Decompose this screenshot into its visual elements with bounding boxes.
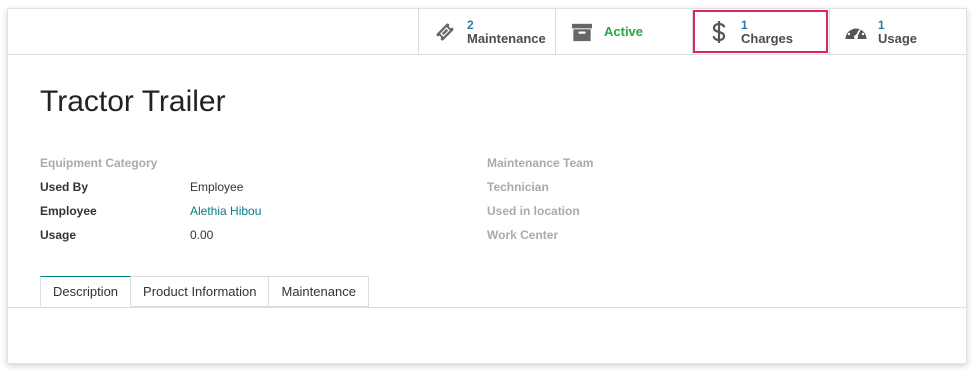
stat-button-box: 2 Maintenance Active 1 Charges 1 Usage xyxy=(418,9,966,55)
field-label: Maintenance Team xyxy=(487,156,594,170)
notebook-tabs: Description Product Information Maintena… xyxy=(40,276,369,307)
tab-maintenance[interactable]: Maintenance xyxy=(269,276,369,307)
field-equipment-category[interactable]: Equipment Category xyxy=(40,151,460,175)
charges-label: Charges xyxy=(741,30,794,46)
field-technician[interactable]: Technician xyxy=(487,175,907,199)
dollar-icon xyxy=(707,20,731,44)
field-label: Employee xyxy=(40,204,97,218)
active-toggle-button[interactable]: Active xyxy=(555,9,692,54)
field-value: 0.00 xyxy=(190,228,214,242)
ticket-icon xyxy=(433,20,457,44)
field-label: Used in location xyxy=(487,204,580,218)
field-used-in-location[interactable]: Used in location xyxy=(487,199,907,223)
tab-product-information[interactable]: Product Information xyxy=(131,276,270,307)
usage-count: 1 xyxy=(878,17,885,32)
employee-link[interactable]: Alethia Hibou xyxy=(190,204,261,218)
gauge-icon xyxy=(844,20,868,44)
maintenance-label: Maintenance xyxy=(467,30,546,46)
left-field-group: Equipment Category Used By Employee Empl… xyxy=(40,151,460,247)
archive-icon xyxy=(570,20,594,44)
field-work-center[interactable]: Work Center xyxy=(487,223,907,247)
field-usage[interactable]: Usage 0.00 xyxy=(40,223,460,247)
maintenance-count: 2 xyxy=(467,17,474,32)
tab-divider xyxy=(8,307,966,308)
field-label: Usage xyxy=(40,228,77,242)
field-value: Employee xyxy=(190,180,244,194)
charges-count: 1 xyxy=(741,17,748,32)
field-used-by[interactable]: Used By Employee xyxy=(40,175,460,199)
active-label: Active xyxy=(604,23,644,39)
field-label: Work Center xyxy=(487,228,559,242)
usage-stat-button[interactable]: 1 Usage xyxy=(829,9,966,54)
field-label: Technician xyxy=(487,180,549,194)
field-label: Equipment Category xyxy=(40,156,158,170)
field-employee[interactable]: Employee Alethia Hibou xyxy=(40,199,460,223)
form-sheet: 2 Maintenance Active 1 Charges 1 Usage T… xyxy=(7,8,967,364)
field-maintenance-team[interactable]: Maintenance Team xyxy=(487,151,907,175)
right-field-group: Maintenance Team Technician Used in loca… xyxy=(487,151,907,247)
field-label: Used By xyxy=(40,180,89,194)
maintenance-stat-button[interactable]: 2 Maintenance xyxy=(418,9,555,54)
tab-description[interactable]: Description xyxy=(40,276,132,307)
charges-stat-button[interactable]: 1 Charges xyxy=(692,9,829,54)
record-title: Tractor Trailer xyxy=(40,85,226,118)
usage-label: Usage xyxy=(878,30,918,46)
